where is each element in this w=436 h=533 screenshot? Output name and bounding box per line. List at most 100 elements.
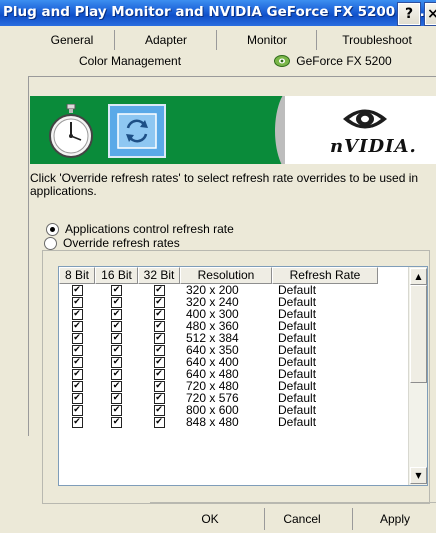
checkbox-32bit[interactable]: ✔ (153, 368, 165, 380)
col-resolution-header[interactable]: Resolution (180, 267, 272, 284)
checkbox-8bit[interactable]: ✔ (71, 404, 83, 416)
checkbox-8bit[interactable]: ✔ (71, 320, 83, 332)
col-refresh-rate-header[interactable]: Refresh Rate (272, 267, 378, 284)
window-title: Plug and Play Monitor and NVIDIA GeForce… (3, 4, 430, 20)
checkbox-8bit-cell: ✔ (59, 308, 95, 320)
checkbox-32bit[interactable]: ✔ (153, 380, 165, 392)
checkbox-8bit-cell: ✔ (59, 392, 95, 404)
checkbox-16bit-cell: ✔ (95, 380, 138, 392)
col-16bit-header[interactable]: 16 Bit (95, 267, 138, 284)
title-bar[interactable]: Plug and Play Monitor and NVIDIA GeForce… (0, 0, 436, 26)
scroll-thumb[interactable] (410, 285, 427, 383)
checkbox-32bit[interactable]: ✔ (153, 308, 165, 320)
tab-adapter[interactable]: Adapter (114, 30, 217, 50)
checkbox-16bit[interactable]: ✔ (111, 308, 122, 320)
checkbox-8bit[interactable]: ✔ (71, 392, 83, 404)
nvidia-eye-icon (274, 55, 291, 67)
checkbox-8bit[interactable]: ✔ (71, 368, 83, 380)
checkbox-32bit[interactable]: ✔ (153, 296, 165, 308)
checkbox-8bit[interactable]: ✔ (71, 344, 83, 356)
checkbox-32bit-cell: ✔ (138, 344, 180, 356)
checkbox-32bit[interactable]: ✔ (153, 404, 165, 416)
checkbox-32bit-cell: ✔ (138, 368, 180, 380)
checkbox-16bit-cell: ✔ (95, 392, 138, 404)
col-32bit-header[interactable]: 32 Bit (138, 267, 180, 284)
checkbox-16bit[interactable]: ✔ (111, 344, 122, 356)
refresh-rate-cell: Default (278, 415, 317, 429)
checkbox-16bit-cell: ✔ (95, 320, 138, 332)
help-button[interactable]: ? (397, 2, 421, 26)
checkbox-16bit[interactable]: ✔ (111, 356, 122, 368)
checkbox-16bit[interactable]: ✔ (111, 380, 122, 392)
tab-color-management[interactable]: Color Management (30, 51, 230, 71)
refresh-icon (117, 113, 157, 149)
checkbox-16bit[interactable]: ✔ (111, 284, 122, 296)
checkbox-32bit-cell: ✔ (138, 308, 180, 320)
checkbox-8bit-cell: ✔ (59, 344, 95, 356)
scroll-down-button[interactable]: ▼ (410, 467, 427, 484)
checkbox-16bit[interactable]: ✔ (111, 404, 122, 416)
checkbox-32bit[interactable]: ✔ (153, 392, 165, 404)
checkbox-32bit[interactable]: ✔ (153, 332, 165, 344)
checkbox-16bit[interactable]: ✔ (111, 368, 122, 380)
ok-button[interactable]: OK (178, 508, 242, 530)
checkbox-8bit[interactable]: ✔ (71, 416, 83, 428)
checkbox-8bit-cell: ✔ (59, 356, 95, 368)
checkbox-32bit[interactable]: ✔ (153, 284, 165, 296)
checkbox-8bit[interactable]: ✔ (71, 296, 83, 308)
tab-geforce-fx-5200[interactable]: GeForce FX 5200 (258, 51, 408, 71)
cancel-button[interactable]: Cancel (264, 508, 339, 530)
tab-monitor[interactable]: Monitor (216, 30, 317, 50)
checkbox-16bit[interactable]: ✔ (111, 296, 122, 308)
scroll-up-button[interactable]: ▲ (410, 268, 427, 285)
radio-button-unselected[interactable] (44, 236, 57, 250)
checkbox-16bit-cell: ✔ (95, 404, 138, 416)
checkbox-8bit-cell: ✔ (59, 380, 95, 392)
radio-applications-label: Applications control refresh rate (65, 222, 234, 236)
checkbox-8bit-cell: ✔ (59, 416, 95, 428)
checkbox-32bit-cell: ✔ (138, 320, 180, 332)
nvidia-banner: nVIDIA. (30, 96, 436, 164)
checkbox-8bit[interactable]: ✔ (71, 284, 83, 296)
checkbox-16bit[interactable]: ✔ (111, 416, 122, 428)
checkbox-32bit[interactable]: ✔ (153, 320, 165, 332)
radio-applications-control[interactable]: Applications control refresh rate (46, 222, 234, 236)
checkbox-8bit-cell: ✔ (59, 332, 95, 344)
tab-general[interactable]: General (30, 30, 114, 50)
checkbox-32bit[interactable]: ✔ (153, 416, 165, 428)
tab-troubleshoot[interactable]: Troubleshoot (316, 30, 436, 50)
tab-divider (28, 76, 436, 77)
nvidia-eye-logo (343, 109, 387, 129)
checkbox-8bit[interactable]: ✔ (71, 332, 83, 344)
col-8bit-header[interactable]: 8 Bit (59, 267, 95, 284)
close-button[interactable]: × (424, 2, 436, 26)
apply-button[interactable]: Apply (352, 508, 436, 530)
radio-override-refresh[interactable]: Override refresh rates (40, 236, 184, 250)
checkbox-16bit-cell: ✔ (95, 308, 138, 320)
checkbox-8bit[interactable]: ✔ (71, 380, 83, 392)
stopwatch-icon (49, 104, 93, 158)
checkbox-32bit-cell: ✔ (138, 416, 180, 428)
checkbox-16bit[interactable]: ✔ (111, 320, 122, 332)
refresh-rate-icon-box (108, 104, 166, 158)
table-header: 8 Bit 16 Bit 32 Bit Resolution Refresh R… (59, 267, 427, 284)
checkbox-16bit-cell: ✔ (95, 368, 138, 380)
resolution-cell: 848 x 480 (186, 415, 239, 429)
radio-button-selected[interactable] (46, 222, 59, 236)
checkbox-32bit[interactable]: ✔ (153, 356, 165, 368)
checkbox-8bit[interactable]: ✔ (71, 356, 83, 368)
checkbox-8bit[interactable]: ✔ (71, 308, 83, 320)
checkbox-8bit-cell: ✔ (59, 296, 95, 308)
checkbox-16bit[interactable]: ✔ (111, 332, 122, 344)
checkbox-16bit-cell: ✔ (95, 416, 138, 428)
checkbox-16bit-cell: ✔ (95, 284, 138, 296)
checkbox-16bit-cell: ✔ (95, 344, 138, 356)
vertical-scrollbar[interactable]: ▲ ▼ (408, 267, 427, 485)
table-row[interactable]: ✔ ✔ ✔ 848 x 480 Default (59, 416, 409, 428)
checkbox-32bit[interactable]: ✔ (153, 344, 165, 356)
button-divider (150, 502, 436, 503)
radio-override-label: Override refresh rates (63, 236, 180, 250)
refresh-rate-table[interactable]: 8 Bit 16 Bit 32 Bit Resolution Refresh R… (58, 266, 428, 486)
checkbox-8bit-cell: ✔ (59, 284, 95, 296)
checkbox-16bit[interactable]: ✔ (111, 392, 122, 404)
